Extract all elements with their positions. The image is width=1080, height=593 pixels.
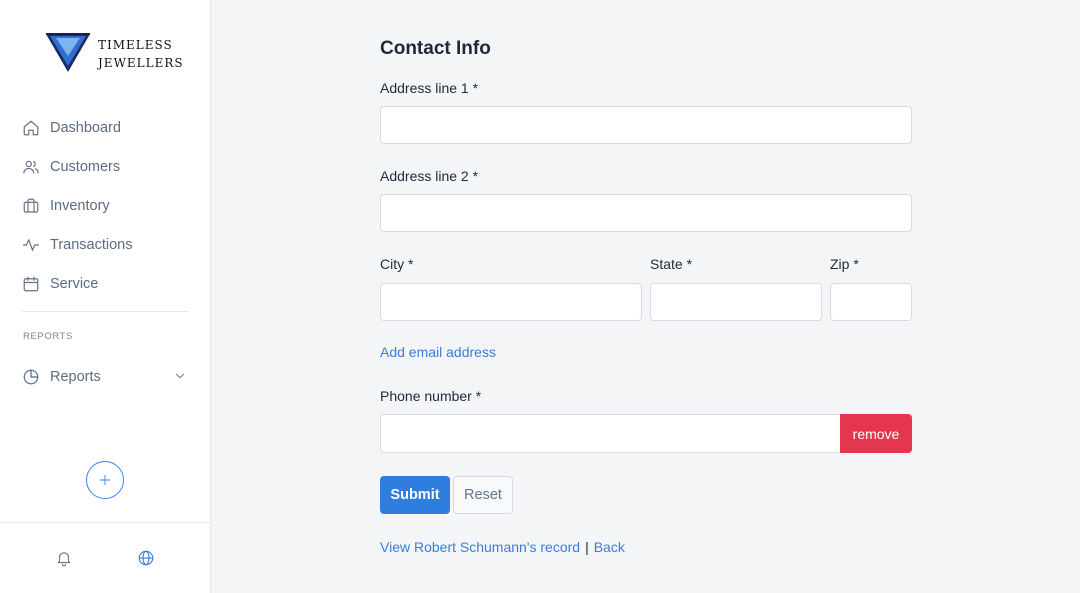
pie-chart-icon [23,369,39,384]
zip-label: Zip * [830,256,859,272]
zip-input[interactable] [830,283,912,321]
sidebar-item-label: Customers [50,158,121,175]
chevron-down-icon[interactable] [173,369,187,383]
sidebar-divider [22,311,188,312]
users-icon [23,160,39,174]
brand-logo[interactable]: TIMELESS JEWELLERS [40,26,183,78]
footer-links: View Robert Schumann's record | Back [380,539,625,555]
sidebar-item-inventory[interactable]: Inventory [0,186,211,225]
sidebar-item-reports[interactable]: Reports [0,357,211,396]
link-separator: | [585,539,589,555]
sidebar: TIMELESS JEWELLERS Dashboard Customers I… [0,0,211,593]
calendar-icon [23,276,39,291]
sidebar-item-dashboard[interactable]: Dashboard [0,108,211,147]
brand-wordmark: TIMELESS JEWELLERS [98,36,184,72]
submit-button[interactable]: Submit [380,476,450,514]
reset-button[interactable]: Reset [453,476,513,514]
diamond-logo-icon [46,33,90,72]
address1-label: Address line 1 * [380,80,479,96]
sidebar-nav: Dashboard Customers Inventory Transactio… [0,108,211,303]
bell-icon [57,552,71,567]
state-input[interactable] [650,283,822,321]
sidebar-item-label: Transactions [50,236,133,253]
phone-label: Phone number * [380,388,482,404]
brand-name-line2: JEWELLERS [98,56,184,70]
sidebar-item-transactions[interactable]: Transactions [0,225,211,264]
address1-input[interactable] [380,106,912,144]
address2-input[interactable] [380,194,912,232]
add-email-link[interactable]: Add email address [380,344,496,360]
city-input[interactable] [380,283,642,321]
main-content: Contact Info Address line 1 * Address li… [211,0,1080,593]
add-button[interactable] [86,461,124,499]
sidebar-item-label: Service [50,275,99,292]
view-record-link[interactable]: View Robert Schumann's record [380,539,580,555]
sidebar-footer [0,522,211,593]
city-label: City * [380,256,414,272]
briefcase-icon [23,198,39,213]
plus-icon [99,474,111,486]
state-label: State * [650,256,693,272]
globe-icon [138,550,154,566]
sidebar-item-customers[interactable]: Customers [0,147,211,186]
language-button[interactable] [137,549,155,567]
sidebar-item-label: Inventory [50,197,110,214]
page-title: Contact Info [380,38,491,59]
remove-phone-button[interactable]: remove [840,414,912,453]
sidebar-section-title: REPORTS [23,331,73,342]
brand-name-line1: TIMELESS [98,38,173,52]
phone-input[interactable] [380,414,841,453]
sidebar-item-label: Reports [50,368,101,385]
notifications-button[interactable] [55,549,73,567]
activity-icon [22,238,40,251]
address2-label: Address line 2 * [380,168,479,184]
home-icon [23,120,39,135]
sidebar-item-label: Dashboard [50,119,121,136]
back-link[interactable]: Back [594,539,625,555]
sidebar-item-service[interactable]: Service [0,264,211,303]
